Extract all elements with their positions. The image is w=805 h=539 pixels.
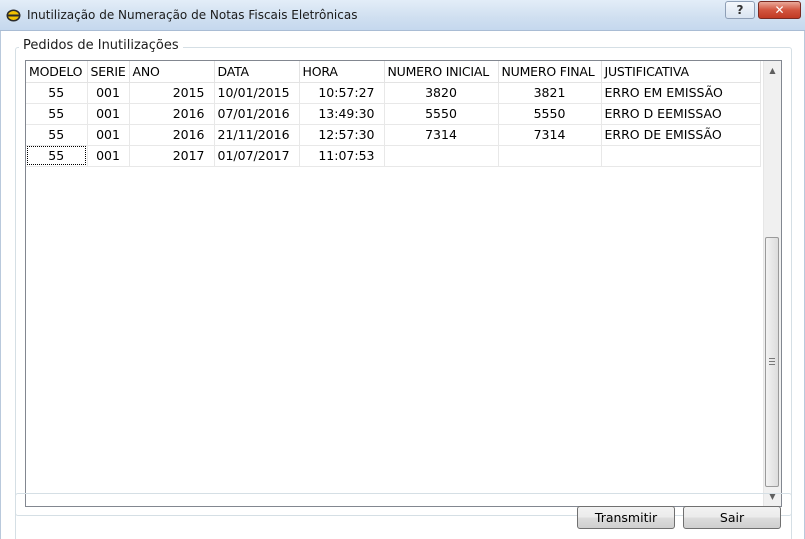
cell-hora[interactable]: 11:07:53 <box>299 145 385 167</box>
cell-modelo[interactable]: 55 <box>26 82 88 104</box>
cell-data[interactable]: 01/07/2017 <box>214 145 300 167</box>
cell-numero-inicial[interactable]: 5550 <box>384 103 499 125</box>
cell-justificativa[interactable]: ERRO EM EMISSÃO <box>601 82 761 104</box>
cell-ano[interactable]: 2015 <box>129 82 215 104</box>
table-row[interactable]: 55 001 2016 07/01/2016 13:49:30 5550 555… <box>26 103 761 125</box>
cell-numero-inicial[interactable]: 3820 <box>384 82 499 104</box>
grid-table: MODELO SERIE ANO DATA HORA NUMERO INICIA… <box>26 61 761 167</box>
cell-justificativa[interactable]: ERRO DE EMISSÃO <box>601 124 761 146</box>
transmit-button[interactable]: Transmitir <box>577 506 675 529</box>
column-header-data[interactable]: DATA <box>214 61 300 83</box>
grip-icon <box>769 358 775 365</box>
help-button[interactable]: ? <box>725 1 755 19</box>
column-header-serie[interactable]: SERIE <box>87 61 130 83</box>
cell-modelo[interactable]: 55 <box>26 124 88 146</box>
cell-hora[interactable]: 13:49:30 <box>299 103 385 125</box>
cell-numero-inicial[interactable] <box>384 145 499 167</box>
cell-numero-final[interactable]: 5550 <box>498 103 602 125</box>
scrollbar-thumb[interactable] <box>765 237 779 487</box>
cell-numero-inicial[interactable]: 7314 <box>384 124 499 146</box>
cell-serie[interactable]: 001 <box>87 124 130 146</box>
cell-data[interactable]: 21/11/2016 <box>214 124 300 146</box>
title-bar: Inutilização de Numeração de Notas Fisca… <box>0 0 805 31</box>
cell-ano[interactable]: 2017 <box>129 145 215 167</box>
cell-serie[interactable]: 001 <box>87 82 130 104</box>
app-logo-icon <box>6 9 21 22</box>
cell-hora[interactable]: 12:57:30 <box>299 124 385 146</box>
table-row[interactable]: 55 001 2015 10/01/2015 10:57:27 3820 382… <box>26 82 761 104</box>
column-header-hora[interactable]: HORA <box>299 61 385 83</box>
close-button[interactable]: ✕ <box>758 1 801 19</box>
column-header-ano[interactable]: ANO <box>129 61 215 83</box>
cell-serie[interactable]: 001 <box>87 103 130 125</box>
cell-hora[interactable]: 10:57:27 <box>299 82 385 104</box>
cell-numero-final[interactable]: 3821 <box>498 82 602 104</box>
window-title: Inutilização de Numeração de Notas Fisca… <box>27 8 358 22</box>
cell-modelo-focused[interactable]: 55 <box>26 145 88 167</box>
column-header-justificativa[interactable]: JUSTIFICATIVA <box>601 61 761 83</box>
cell-numero-final[interactable]: 7314 <box>498 124 602 146</box>
cell-data[interactable]: 10/01/2015 <box>214 82 300 104</box>
cell-modelo[interactable]: 55 <box>26 103 88 125</box>
cell-data[interactable]: 07/01/2016 <box>214 103 300 125</box>
cell-justificativa[interactable]: ERRO D EEMISSAO <box>601 103 761 125</box>
cell-ano[interactable]: 2016 <box>129 103 215 125</box>
cell-justificativa[interactable] <box>601 145 761 167</box>
vertical-scrollbar[interactable]: ▲ ▼ <box>763 61 781 506</box>
window-client-area: Pedidos de Inutilizações MODELO SERIE AN… <box>0 31 805 539</box>
table-row[interactable]: 55 001 2016 21/11/2016 12:57:30 7314 731… <box>26 124 761 146</box>
exit-button[interactable]: Sair <box>683 506 781 529</box>
cell-ano[interactable]: 2016 <box>129 124 215 146</box>
table-row[interactable]: 55 001 2017 01/07/2017 11:07:53 <box>26 145 761 167</box>
inutilizations-grid[interactable]: MODELO SERIE ANO DATA HORA NUMERO INICIA… <box>25 60 782 507</box>
groupbox-legend: Pedidos de Inutilizações <box>19 38 183 53</box>
grid-header-row: MODELO SERIE ANO DATA HORA NUMERO INICIA… <box>26 61 761 83</box>
column-header-numero-inicial[interactable]: NUMERO INICIAL <box>384 61 499 83</box>
button-panel <box>15 493 792 539</box>
column-header-numero-final[interactable]: NUMERO FINAL <box>498 61 602 83</box>
cell-serie[interactable]: 001 <box>87 145 130 167</box>
column-header-modelo[interactable]: MODELO <box>26 61 88 83</box>
scroll-up-icon[interactable]: ▲ <box>764 62 781 79</box>
cell-numero-final[interactable] <box>498 145 602 167</box>
